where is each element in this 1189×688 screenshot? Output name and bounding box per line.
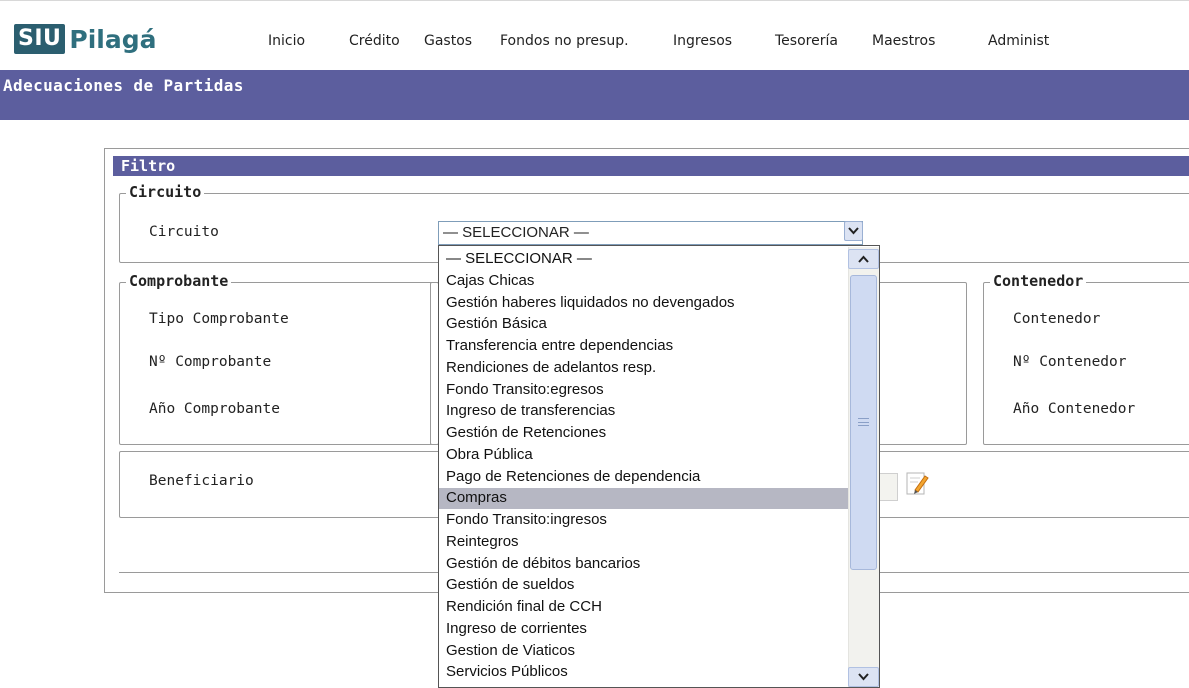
- dropdown-option[interactable]: Ingreso de corrientes: [439, 619, 850, 640]
- contenedor-legend: Contenedor: [990, 272, 1087, 290]
- page-title: Adecuaciones de Partidas: [3, 76, 244, 95]
- scroll-up-icon[interactable]: [848, 249, 879, 269]
- numero-comprobante-label: Nº Comprobante: [149, 354, 272, 370]
- contenedor-label: Contenedor: [1013, 311, 1101, 327]
- menu-item-fondos-no-presup[interactable]: Fondos no presup.: [500, 33, 629, 49]
- dropdown-option[interactable]: Cajas Chicas: [439, 271, 850, 292]
- dropdown-option[interactable]: Servicios Públicos: [439, 662, 850, 683]
- numero-contenedor-label: Nº Contenedor: [1013, 354, 1127, 370]
- logo-badge: SIU: [14, 24, 66, 54]
- edit-pencil-icon[interactable]: [903, 470, 933, 500]
- circuito-label: Circuito: [149, 224, 219, 240]
- scrollbar-grip-icon: [858, 418, 869, 426]
- siu-pilaga-logo[interactable]: SIU Pilagá: [14, 22, 157, 56]
- dropdown-option[interactable]: Compras: [439, 488, 850, 510]
- comprobante-legend: Comprobante: [126, 272, 232, 290]
- dropdown-option[interactable]: Fondo Transito:egresos: [439, 380, 850, 401]
- top-navigation-bar: SIU Pilagá Inicio Crédito Gastos Fondos no …: [0, 0, 1189, 70]
- logo-name: Pilagá: [69, 24, 157, 54]
- dropdown-option[interactable]: Reintegros: [439, 532, 850, 553]
- dropdown-option[interactable]: Ingreso de transferencias: [439, 401, 850, 422]
- menu-item-administ[interactable]: Administ: [988, 33, 1049, 49]
- dropdown-option[interactable]: Rendiciones de adelantos resp.: [439, 358, 850, 379]
- tipo-comprobante-label: Tipo Comprobante: [149, 311, 289, 327]
- menu-item-tesorería[interactable]: Tesorería: [775, 33, 838, 49]
- circuito-legend: Circuito: [126, 183, 205, 201]
- dropdown-option[interactable]: Gestión haberes liquidados no devengados: [439, 293, 850, 314]
- dropdown-option[interactable]: Gestion de Viaticos: [439, 641, 850, 662]
- page-title-bar: Adecuaciones de Partidas: [0, 70, 1189, 120]
- circuito-dropdown-list[interactable]: — SELECCIONAR — Cajas Chicas Gestión haber…: [438, 245, 880, 688]
- dropdown-option[interactable]: Obra Pública: [439, 445, 850, 466]
- dropdown-option[interactable]: Gestión Básica: [439, 314, 850, 335]
- anio-comprobante-label: Año Comprobante: [149, 401, 280, 417]
- dropdown-option[interactable]: Gestión de débitos bancarios: [439, 554, 850, 575]
- anio-contenedor-label: Año Contenedor: [1013, 401, 1136, 417]
- circuito-select-value: — SELECCIONAR —: [443, 224, 589, 241]
- dropdown-option[interactable]: Fondo Transito:ingresos: [439, 510, 850, 531]
- dropdown-option[interactable]: Gestión de sueldos: [439, 575, 850, 596]
- dropdown-option[interactable]: Transferencia entre dependencias: [439, 336, 850, 357]
- filter-header-label: Filtro: [121, 157, 176, 175]
- dropdown-option[interactable]: Rendición final de CCH: [439, 597, 850, 618]
- dropdown-option[interactable]: Gestión de Retenciones: [439, 423, 850, 444]
- circuito-select[interactable]: — SELECCIONAR —: [438, 221, 863, 245]
- dropdown-option[interactable]: — SELECCIONAR —: [439, 249, 850, 270]
- filter-header[interactable]: Filtro: [113, 156, 1189, 176]
- beneficiario-label: Beneficiario: [149, 473, 254, 489]
- menu-item-ingresos[interactable]: Ingresos: [673, 33, 732, 49]
- scroll-down-icon[interactable]: [848, 667, 879, 687]
- chevron-down-icon[interactable]: [844, 221, 863, 241]
- menu-item-crédito[interactable]: Crédito: [349, 33, 400, 49]
- menu-item-maestros[interactable]: Maestros: [872, 33, 935, 49]
- menu-item-gastos[interactable]: Gastos: [424, 33, 472, 49]
- dropdown-option[interactable]: Pago de Retenciones de dependencia: [439, 467, 850, 488]
- menu-item-inicio[interactable]: Inicio: [268, 33, 305, 49]
